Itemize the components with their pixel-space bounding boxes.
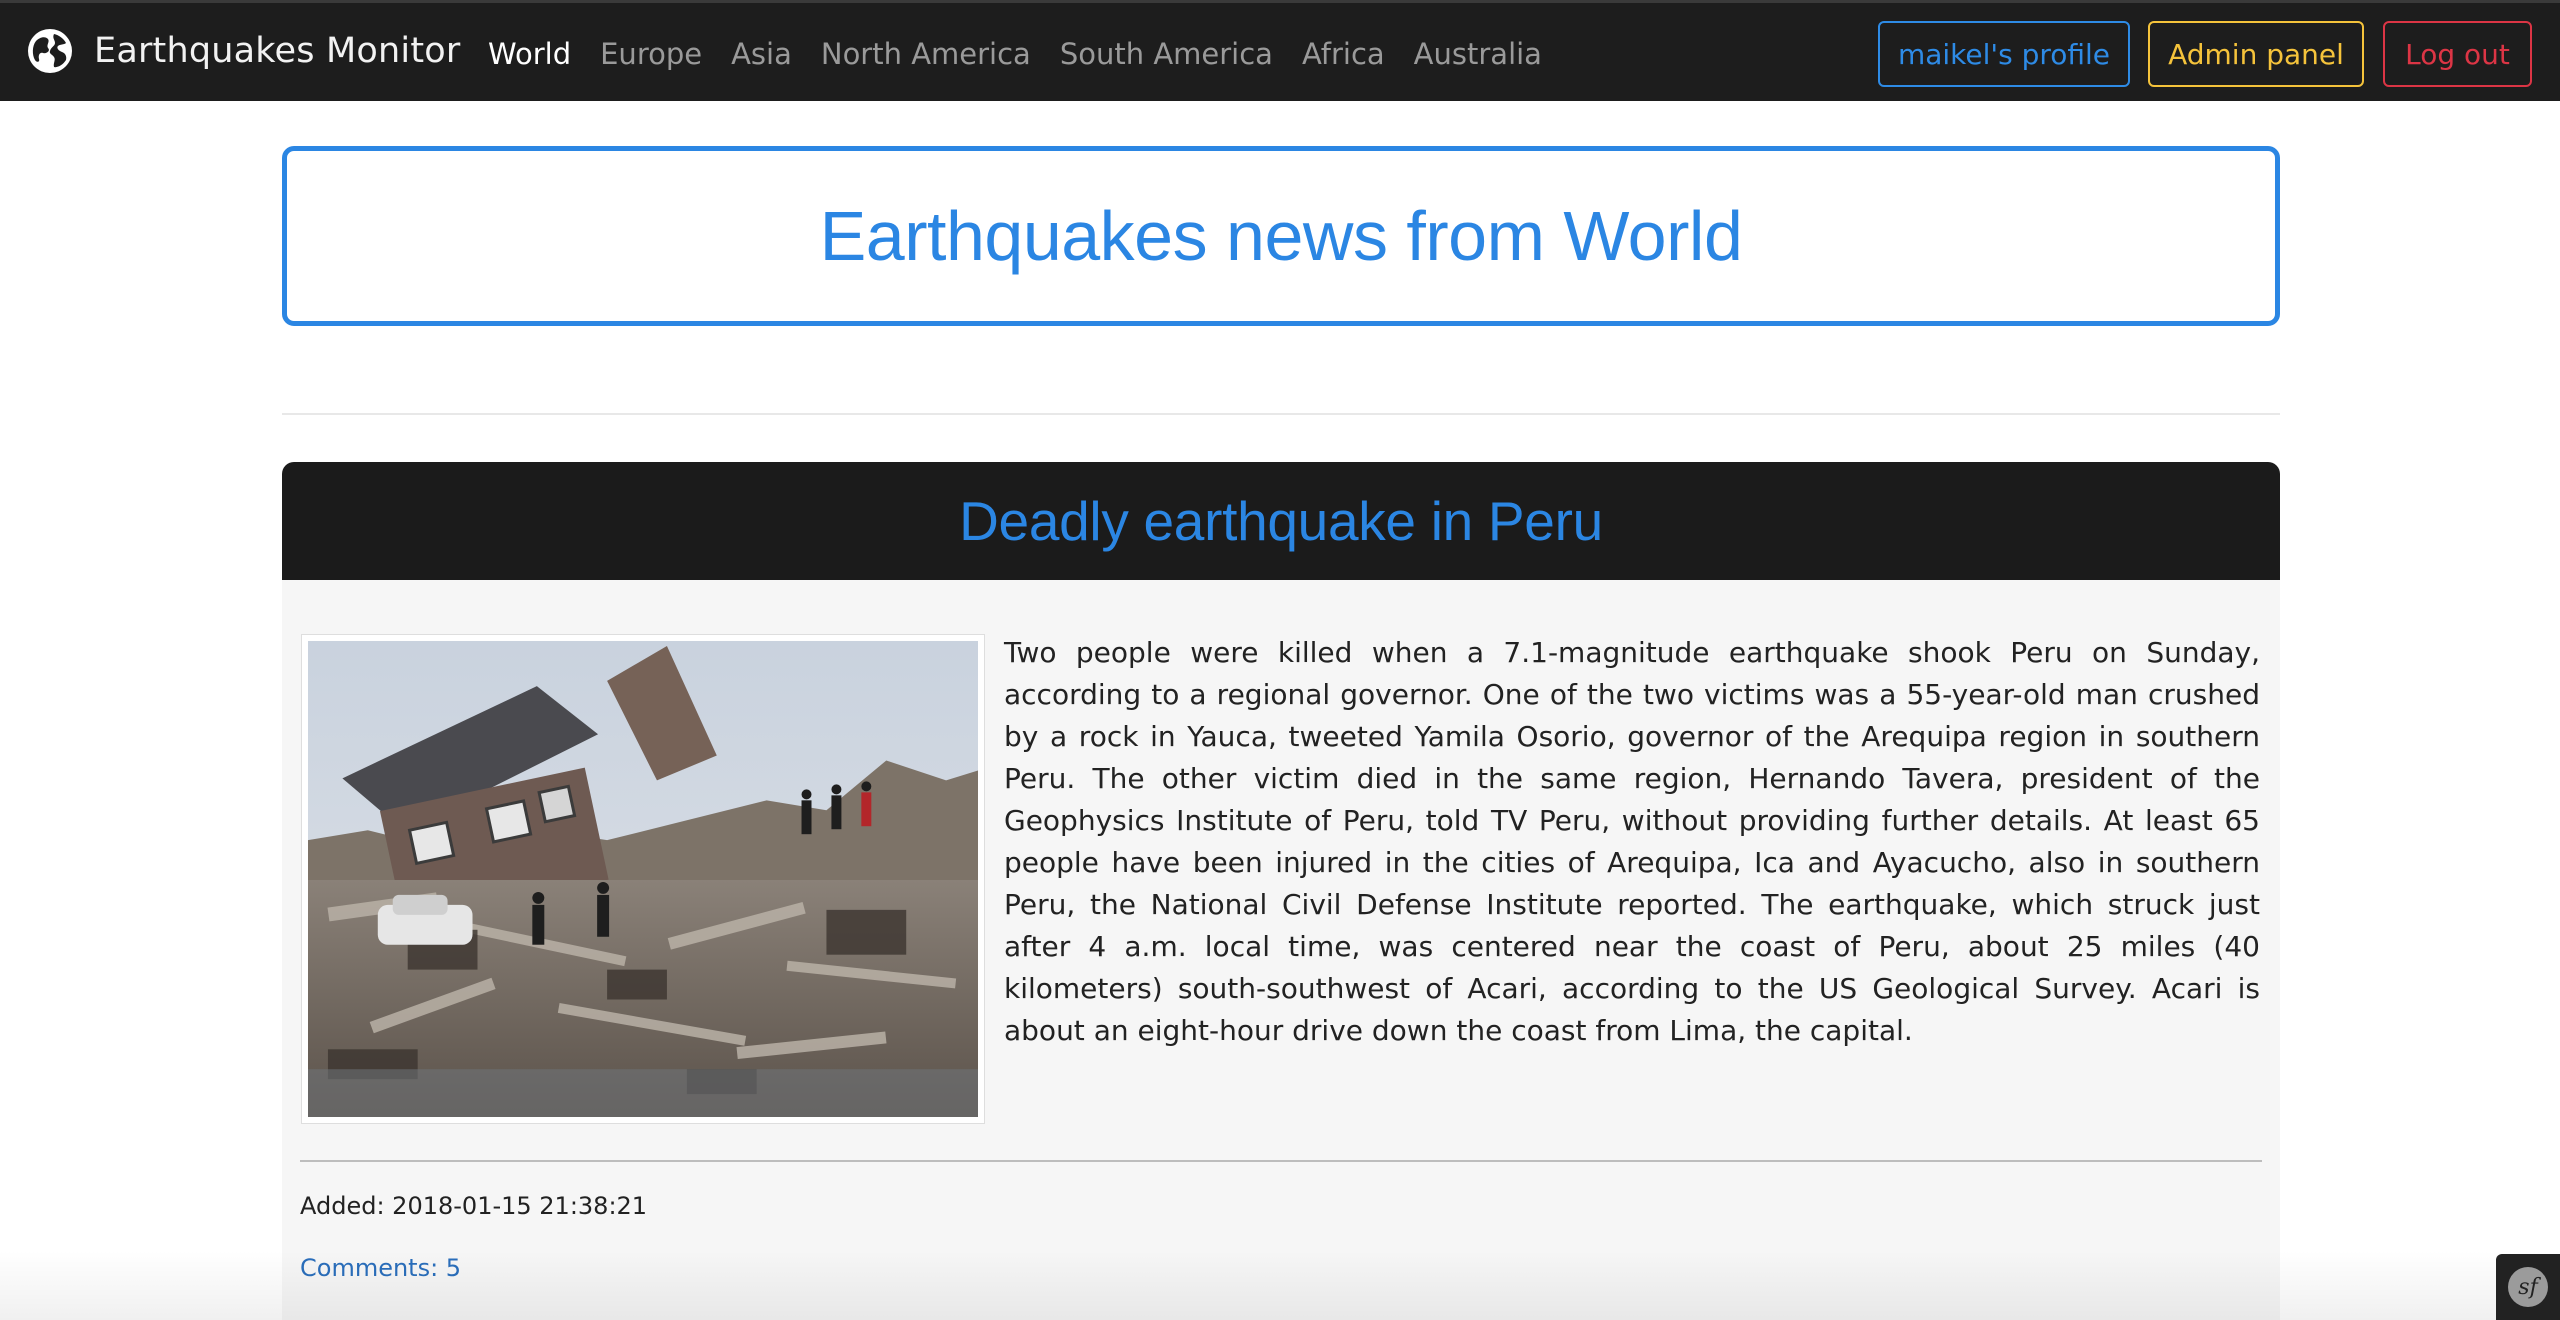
globe-icon (28, 29, 72, 73)
section-divider (282, 413, 2280, 415)
page-title: Earthquakes news from World (819, 197, 1743, 275)
news-card-header: Deadly earthquake in Peru (282, 462, 2280, 580)
added-timestamp: Added: 2018-01-15 21:38:21 (300, 1192, 648, 1220)
symfony-icon: sf (2508, 1267, 2548, 1307)
admin-panel-button[interactable]: Admin panel (2148, 21, 2364, 87)
brand-link[interactable]: Earthquakes Monitor (26, 27, 460, 75)
nav-world[interactable]: World (488, 37, 571, 71)
earthquake-rubble-photo (308, 641, 978, 1117)
news-body: Two people were killed when a 7.1-magnit… (1004, 636, 2260, 1047)
news-title[interactable]: Deadly earthquake in Peru (959, 489, 1603, 553)
region-nav: World Europe Asia North America South Am… (488, 3, 1571, 104)
page-heading-box: Earthquakes news from World (282, 146, 2280, 326)
profile-button[interactable]: maikel's profile (1878, 21, 2130, 87)
logout-button[interactable]: Log out (2383, 21, 2532, 87)
card-divider (300, 1160, 2262, 1162)
nav-north-america[interactable]: North America (821, 37, 1031, 71)
comments-link[interactable]: Comments: 5 (300, 1254, 461, 1282)
news-card: Deadly earthquake in Peru Two people wer… (282, 462, 2280, 1320)
symfony-toolbar-toggle[interactable]: sf (2496, 1254, 2560, 1320)
news-image (301, 634, 985, 1124)
nav-south-america[interactable]: South America (1060, 37, 1273, 71)
nav-australia[interactable]: Australia (1414, 37, 1542, 71)
top-navbar: Earthquakes Monitor World Europe Asia No… (0, 0, 2560, 101)
nav-europe[interactable]: Europe (600, 37, 702, 71)
nav-africa[interactable]: Africa (1302, 37, 1385, 71)
brand-title: Earthquakes Monitor (94, 31, 461, 71)
nav-asia[interactable]: Asia (731, 37, 792, 71)
